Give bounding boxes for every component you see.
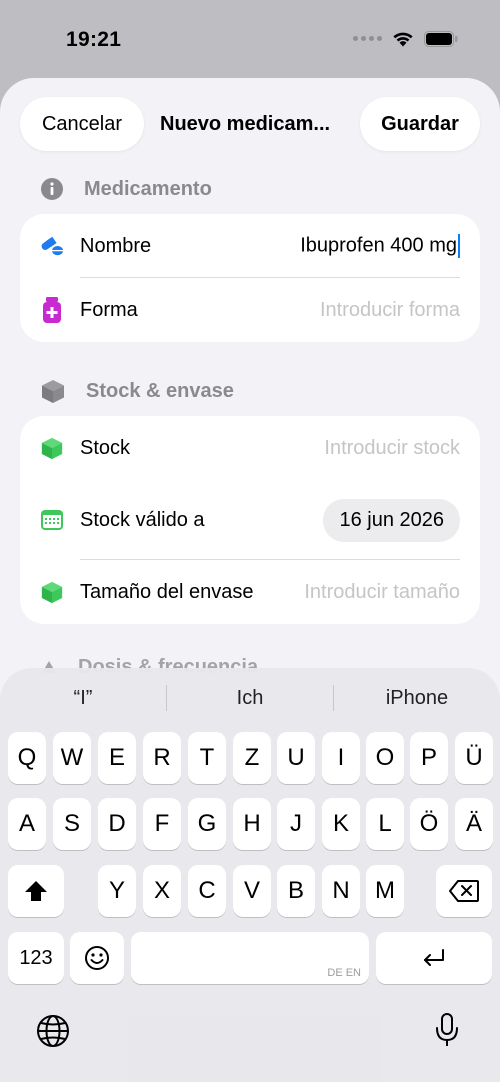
row-stock-valido[interactable]: Stock válido a 16 jun 2026 xyxy=(20,480,480,560)
info-icon xyxy=(41,178,63,200)
row-forma[interactable]: Forma Introducir forma xyxy=(20,278,480,342)
key-z[interactable]: Z xyxy=(233,732,271,784)
key-v[interactable]: V xyxy=(233,865,271,917)
key-f[interactable]: F xyxy=(143,798,181,850)
key-h[interactable]: H xyxy=(233,798,271,850)
shift-key[interactable] xyxy=(8,865,64,917)
key-a[interactable]: A xyxy=(8,798,46,850)
key-a-umlaut[interactable]: Ä xyxy=(455,798,493,850)
stock-input[interactable]: Introducir stock xyxy=(324,437,460,460)
text-caret xyxy=(458,234,460,258)
key-w[interactable]: W xyxy=(53,732,91,784)
suggestion-1[interactable]: “I” xyxy=(0,682,166,714)
date-picker-button[interactable]: 16 jun 2026 xyxy=(323,498,460,542)
cancel-button[interactable]: Cancelar xyxy=(20,97,144,151)
key-s[interactable]: S xyxy=(53,798,91,850)
key-y[interactable]: Y xyxy=(98,865,136,917)
box-icon xyxy=(42,380,64,403)
suggestion-2[interactable]: Ich xyxy=(167,682,333,714)
row-nombre[interactable]: Nombre Ibuprofen 400 mg xyxy=(20,214,480,278)
tamano-label: Tamaño del envase xyxy=(80,580,254,603)
row-tamano[interactable]: Tamaño del envase Introducir tamaño xyxy=(20,560,480,624)
space-key[interactable]: DE EN xyxy=(131,932,369,984)
status-time: 19:21 xyxy=(66,28,122,51)
key-e[interactable]: E xyxy=(98,732,136,784)
key-l[interactable]: L xyxy=(366,798,404,850)
key-j[interactable]: J xyxy=(277,798,315,850)
section-title-medicamento: Medicamento xyxy=(84,177,212,200)
emoji-key[interactable] xyxy=(70,932,124,984)
cellular-signal-icon xyxy=(353,36,382,41)
card-medicamento: Nombre Ibuprofen 400 mg Forma Introducir… xyxy=(20,214,480,342)
suggestion-3[interactable]: iPhone xyxy=(334,682,500,714)
key-n[interactable]: N xyxy=(322,865,360,917)
section-header-stock: Stock & envase xyxy=(40,378,234,404)
globe-button[interactable] xyxy=(36,1014,70,1053)
return-icon xyxy=(424,949,444,966)
battery-icon xyxy=(424,30,458,47)
key-c[interactable]: C xyxy=(188,865,226,917)
key-t[interactable]: T xyxy=(188,732,226,784)
key-p[interactable]: P xyxy=(410,732,448,784)
key-o[interactable]: O xyxy=(366,732,404,784)
shift-icon xyxy=(25,881,47,901)
keyboard: “I” Ich iPhone Q W E R T Z U I O P Ü A S… xyxy=(0,668,500,1082)
key-r[interactable]: R xyxy=(143,732,181,784)
card-stock: Stock Introducir stock Stock válido a 16… xyxy=(20,416,480,624)
emoji-icon xyxy=(85,946,109,970)
delete-icon xyxy=(449,880,479,902)
save-button[interactable]: Guardar xyxy=(360,97,480,151)
delete-key[interactable] xyxy=(436,865,492,917)
nombre-value: Ibuprofen 400 mg xyxy=(300,234,457,257)
forma-input[interactable]: Introducir forma xyxy=(320,299,460,322)
predictive-bar: “I” Ich iPhone xyxy=(0,682,500,714)
forma-label: Forma xyxy=(80,298,138,321)
nombre-label: Nombre xyxy=(80,234,152,257)
nombre-input[interactable]: Ibuprofen 400 mg xyxy=(300,234,460,258)
section-title-stock: Stock & envase xyxy=(86,379,234,402)
status-icons xyxy=(353,30,458,47)
key-k[interactable]: K xyxy=(322,798,360,850)
return-key[interactable] xyxy=(376,932,492,984)
status-bar: 19:21 xyxy=(0,0,500,78)
microphone-icon xyxy=(436,1013,458,1046)
key-m[interactable]: M xyxy=(366,865,404,917)
wifi-icon xyxy=(393,32,413,47)
calendar-icon xyxy=(40,508,64,532)
globe-icon xyxy=(37,1015,69,1047)
section-header-medicamento: Medicamento xyxy=(40,177,212,201)
row-stock[interactable]: Stock Introducir stock xyxy=(20,416,480,480)
dictation-button[interactable] xyxy=(434,1012,460,1053)
key-o-umlaut[interactable]: Ö xyxy=(410,798,448,850)
page-title: Nuevo medicam... xyxy=(160,113,331,135)
cube-icon xyxy=(40,580,64,604)
numbers-key[interactable]: 123 xyxy=(8,932,64,984)
key-b[interactable]: B xyxy=(277,865,315,917)
cube-icon xyxy=(40,436,64,460)
key-u[interactable]: U xyxy=(277,732,315,784)
pills-icon xyxy=(40,234,64,258)
key-x[interactable]: X xyxy=(143,865,181,917)
space-language-hint: DE EN xyxy=(327,967,361,979)
key-d[interactable]: D xyxy=(98,798,136,850)
key-u-umlaut[interactable]: Ü xyxy=(455,732,493,784)
key-q[interactable]: Q xyxy=(8,732,46,784)
medicine-bottle-icon xyxy=(40,297,64,323)
key-g[interactable]: G xyxy=(188,798,226,850)
tamano-input[interactable]: Introducir tamaño xyxy=(304,581,460,604)
key-i[interactable]: I xyxy=(322,732,360,784)
stock-label: Stock xyxy=(80,436,131,459)
stock-valido-label: Stock válido a xyxy=(80,508,205,531)
